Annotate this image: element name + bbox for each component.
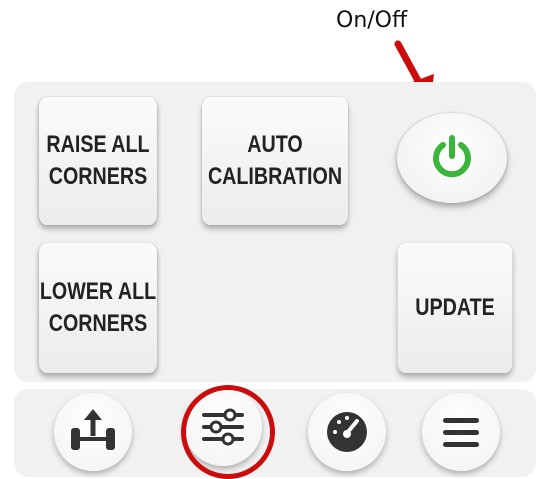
vehicle-lift-icon	[71, 409, 115, 450]
nav-settings-button[interactable]	[184, 388, 262, 466]
update-button[interactable]: UPDATE	[397, 243, 513, 373]
power-button[interactable]	[397, 113, 507, 203]
raise-all-corners-button[interactable]: RAISE ALL CORNERS	[38, 97, 158, 225]
auto-calibration-line1: AUTO	[247, 131, 303, 158]
lower-all-line1: LOWER ALL	[39, 278, 157, 305]
gauge-icon	[327, 412, 367, 452]
nav-gauge-button[interactable]	[308, 393, 386, 471]
nav-vehicle-lift-button[interactable]	[54, 393, 132, 471]
power-icon	[433, 135, 471, 178]
lower-all-corners-button[interactable]: LOWER ALL CORNERS	[38, 243, 158, 373]
auto-calibration-line2: CALIBRATION	[207, 163, 343, 190]
sliders-icon	[202, 408, 244, 446]
lower-all-line2: CORNERS	[48, 310, 148, 337]
auto-calibration-button[interactable]: AUTO CALIBRATION	[202, 97, 348, 225]
nav-menu-button[interactable]	[422, 393, 500, 471]
update-label: UPDATE	[415, 294, 495, 321]
raise-all-line2: CORNERS	[48, 163, 148, 190]
raise-all-line1: RAISE ALL	[46, 131, 150, 158]
on-off-annotation-label: On/Off	[336, 8, 408, 33]
menu-icon	[443, 418, 479, 447]
